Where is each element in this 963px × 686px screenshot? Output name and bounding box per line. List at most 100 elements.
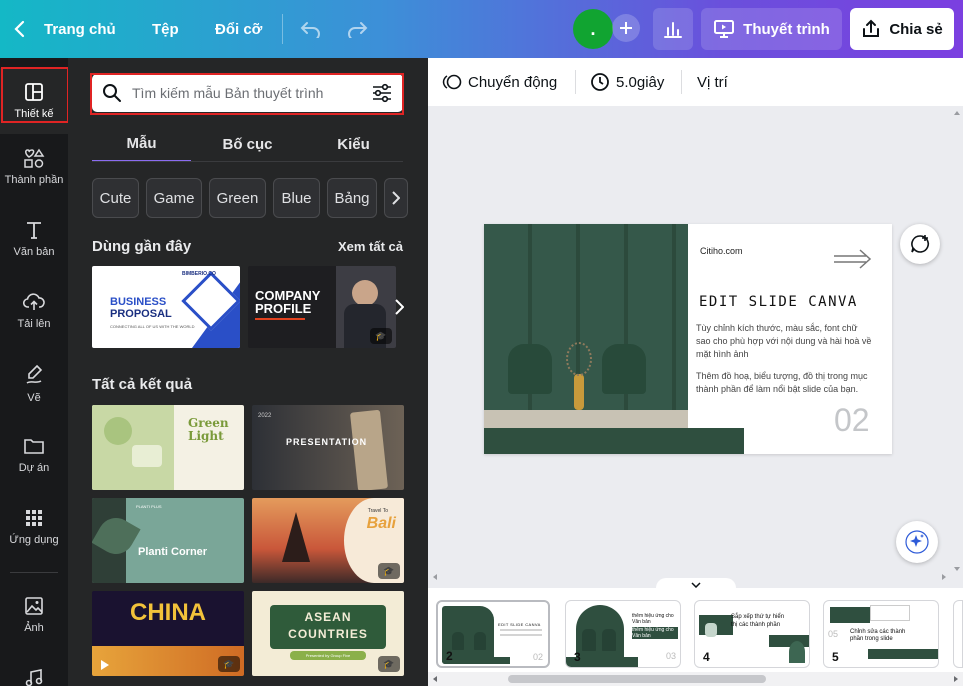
scrollbar-thumb[interactable] [508,675,766,683]
slide-paragraph-2: Thêm đồ hoạ, biểu tượng, đồ thị trong mụ… [696,371,868,394]
scroll-right-icon[interactable] [941,573,947,581]
page-strip-scrollbar[interactable] [428,672,963,686]
nav-item-music[interactable] [0,654,68,686]
page-thumbnail-next[interactable] [953,600,963,668]
page-preview-corner: 03 [665,651,676,661]
slide-site: Citiho.com [700,246,743,256]
share-label: Chia sẻ [889,20,943,38]
template-subtitle: CONNECTING ALL OF US WITH THE WORLD [110,324,195,329]
page-thumbnail-3[interactable]: thêm hiệu ứng cho Văn bản thêm hiệu ứng … [565,600,681,668]
page-preview-corner: 05 [828,629,839,639]
folder-icon [24,439,44,454]
nav-label: Tải lên [17,318,51,330]
animation-button[interactable]: Chuyển động [442,58,557,106]
resize-menu[interactable]: Đổi cỡ [215,0,262,58]
page-thumbnail-2[interactable]: EDIT SLIDE CANVA 02 2 [436,600,550,668]
template-asean-countries[interactable]: ASEAN COUNTRIES Presented by Group Five … [252,591,404,676]
nav-item-elements[interactable]: Thành phần [0,134,68,200]
nav-item-apps[interactable]: Ứng dụng [0,494,68,560]
comment-plus-icon [911,235,929,253]
present-icon [714,20,735,38]
template-title: ASEAN COUNTRIES [288,610,368,641]
nav-label: Ảnh [24,622,44,634]
template-title: CHINA [130,599,206,626]
nav-item-draw[interactable]: Vẽ [0,350,68,416]
slide-title: EDIT SLIDE CANVA [699,294,858,310]
page-thumbnail-4[interactable]: Sắp xếp thứ tự hiển thị các thành phần 4 [694,600,810,668]
page-thumbnail-5[interactable]: 05 Chỉnh sửa các thành phần trong slide … [823,600,939,668]
page-preview-text: Sắp xếp thứ tự hiển thị các thành phần [731,614,785,628]
template-photo [352,280,378,306]
premium-crown-icon: 🎓 [218,656,240,672]
see-all-link[interactable]: Xem tất cả [338,239,403,254]
avatar[interactable]: . [573,9,613,49]
nav-item-projects[interactable]: Dự án [0,422,68,488]
template-bali[interactable]: Travel To Bali 🎓 [252,498,404,583]
tab-styles[interactable]: Kiểu [304,126,403,162]
clock-icon [591,73,609,91]
chip-blue[interactable]: Blue [273,178,320,218]
templates-panel: Tìm kiếm mẫu Bản thuyết trình Mẫu Bố cục… [68,58,428,686]
redo-icon[interactable] [346,0,368,58]
nav-item-uploads[interactable]: Tải lên [0,278,68,344]
recent-template-company-profile[interactable]: COMPANY PROFILE 🎓 [248,266,396,348]
duration-button[interactable]: 5.0giây [590,58,664,106]
scroll-left-icon[interactable] [432,573,438,581]
highlight-box-design [1,67,69,123]
template-accent-line [255,318,305,320]
scroll-up-icon[interactable] [953,110,961,116]
page-preview-text: Chỉnh sửa các thành phần trong slide [850,629,906,642]
recent-template-business-proposal[interactable]: BIMBERIO.CO BUSINESS PROPOSAL CONNECTING… [92,266,240,348]
template-title: Planti Corner [138,546,208,558]
scroll-right-icon[interactable] [953,675,959,683]
undo-icon[interactable] [300,0,322,58]
animation-label: Chuyển động [468,73,558,91]
page-number: 5 [832,650,839,664]
template-subtitle: Presented by Group Five [290,651,366,660]
position-button[interactable]: Vị trí [697,58,728,106]
template-china[interactable]: CHINA 🎓 [92,591,244,676]
slide-photo-panel [484,224,688,454]
back-chevron-icon[interactable] [14,0,26,58]
present-button[interactable]: Thuyết trình [701,8,842,50]
highlight-box-search [90,73,404,115]
share-button[interactable]: Chia sẻ [850,8,954,50]
slide-bottom-bar [484,428,744,454]
tab-templates[interactable]: Mẫu [92,126,191,162]
template-green-light[interactable]: Green Light [92,405,244,490]
nav-label: Vẽ [27,392,41,404]
premium-crown-icon: 🎓 [378,656,400,672]
page-preview-line [500,634,542,636]
scroll-left-icon[interactable] [432,675,438,683]
template-planti-corner[interactable]: PLANTI PLUS Planti Corner [92,498,244,583]
template-presentation[interactable]: 2022 PRESENTATION [252,405,404,490]
nav-item-photos[interactable]: Ảnh [0,582,68,648]
home-link[interactable]: Trang chủ [44,0,116,58]
nav-label: Thành phần [4,174,64,186]
slide-canvas[interactable]: Citiho.com EDIT SLIDE CANVA Tùy chỉnh kí… [484,224,892,454]
page-preview-shape [582,629,596,651]
page-preview-title: EDIT SLIDE CANVA [498,622,541,627]
page-preview-text: thêm hiệu ứng cho Văn bản [632,627,678,639]
tab-layouts[interactable]: Bố cục [198,126,297,162]
context-toolbar: Chuyển động 5.0giây Vị trí [428,58,963,106]
magic-assistant-button[interactable] [896,521,938,563]
vertical-scrollbar[interactable] [951,106,963,576]
chip-game[interactable]: Game [146,178,202,218]
recent-next-icon[interactable] [386,288,412,326]
nav-label: Ứng dụng [9,534,59,546]
add-comment-button[interactable] [900,224,940,264]
chip-green[interactable]: Green [209,178,266,218]
chip-cute[interactable]: Cute [92,178,139,218]
chip-table[interactable]: Bảng [327,178,377,218]
template-photo [104,417,132,445]
chips-next-icon[interactable] [384,178,408,218]
insights-icon[interactable] [653,8,693,50]
slide-chair-left [508,344,552,394]
nav-item-text[interactable]: Văn bản [0,206,68,272]
scroll-down-icon[interactable] [953,566,961,572]
add-collaborator-icon[interactable] [612,14,640,42]
page-preview-shape [789,641,805,663]
file-menu[interactable]: Tệp [152,0,179,58]
slide-vase [574,374,584,410]
